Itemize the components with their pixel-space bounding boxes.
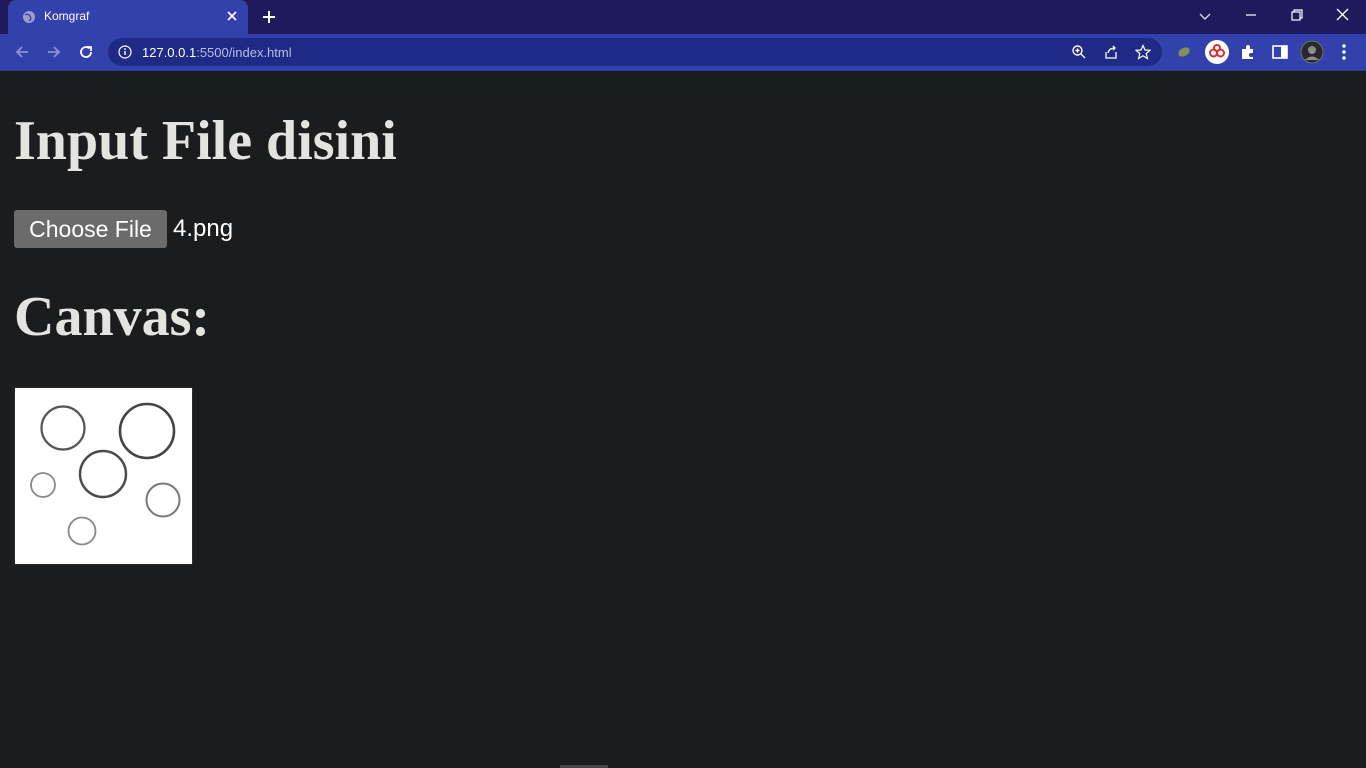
close-window-icon[interactable] (1333, 6, 1353, 26)
globe-icon (23, 11, 35, 23)
browser-titlebar: Komgraf (0, 0, 1366, 34)
browser-toolbar: 127.0.0.1:5500/index.html (0, 34, 1366, 70)
choose-file-button[interactable]: Choose File (14, 210, 167, 248)
profile-avatar-icon[interactable] (1300, 40, 1324, 64)
address-bar[interactable]: 127.0.0.1:5500/index.html (108, 38, 1162, 66)
tab-title: Komgraf (44, 9, 90, 23)
browser-menu-kebab-icon[interactable] (1334, 42, 1354, 62)
back-arrow-icon[interactable] (12, 42, 32, 62)
selected-file-name: 4.png (173, 215, 234, 242)
reload-icon[interactable] (76, 42, 96, 62)
file-input[interactable]: Choose File 4.png (14, 210, 233, 248)
bookmark-star-icon[interactable] (1135, 44, 1151, 60)
forward-arrow-icon[interactable] (44, 42, 64, 62)
canvas-heading: Canvas: (14, 286, 211, 348)
new-tab-icon[interactable] (260, 8, 278, 26)
site-info-icon[interactable] (118, 45, 132, 59)
zoom-icon[interactable] (1071, 44, 1087, 60)
side-panel-icon[interactable] (1270, 42, 1290, 62)
restore-icon[interactable] (1287, 6, 1307, 26)
minimize-icon[interactable] (1241, 6, 1261, 26)
url-path: :5500/index.html (196, 45, 292, 60)
circles-image (30, 402, 181, 546)
share-icon[interactable] (1103, 44, 1119, 60)
extensions-puzzle-icon[interactable] (1238, 42, 1258, 62)
url-text: 127.0.0.1:5500/index.html (142, 45, 292, 60)
extension-red-logo-icon[interactable] (1204, 39, 1230, 65)
tab-search-chevron-icon[interactable] (1195, 6, 1215, 26)
image-canvas[interactable] (14, 387, 193, 565)
browser-tab[interactable]: Komgraf (8, 0, 248, 34)
page-content: Input File disini Choose File 4.png Canv… (0, 71, 1366, 768)
url-host: 127.0.0.1 (142, 45, 197, 60)
tab-close-icon[interactable] (224, 8, 240, 24)
extension-leaf-icon[interactable] (1174, 42, 1194, 62)
input-heading: Input File disini (14, 110, 397, 172)
